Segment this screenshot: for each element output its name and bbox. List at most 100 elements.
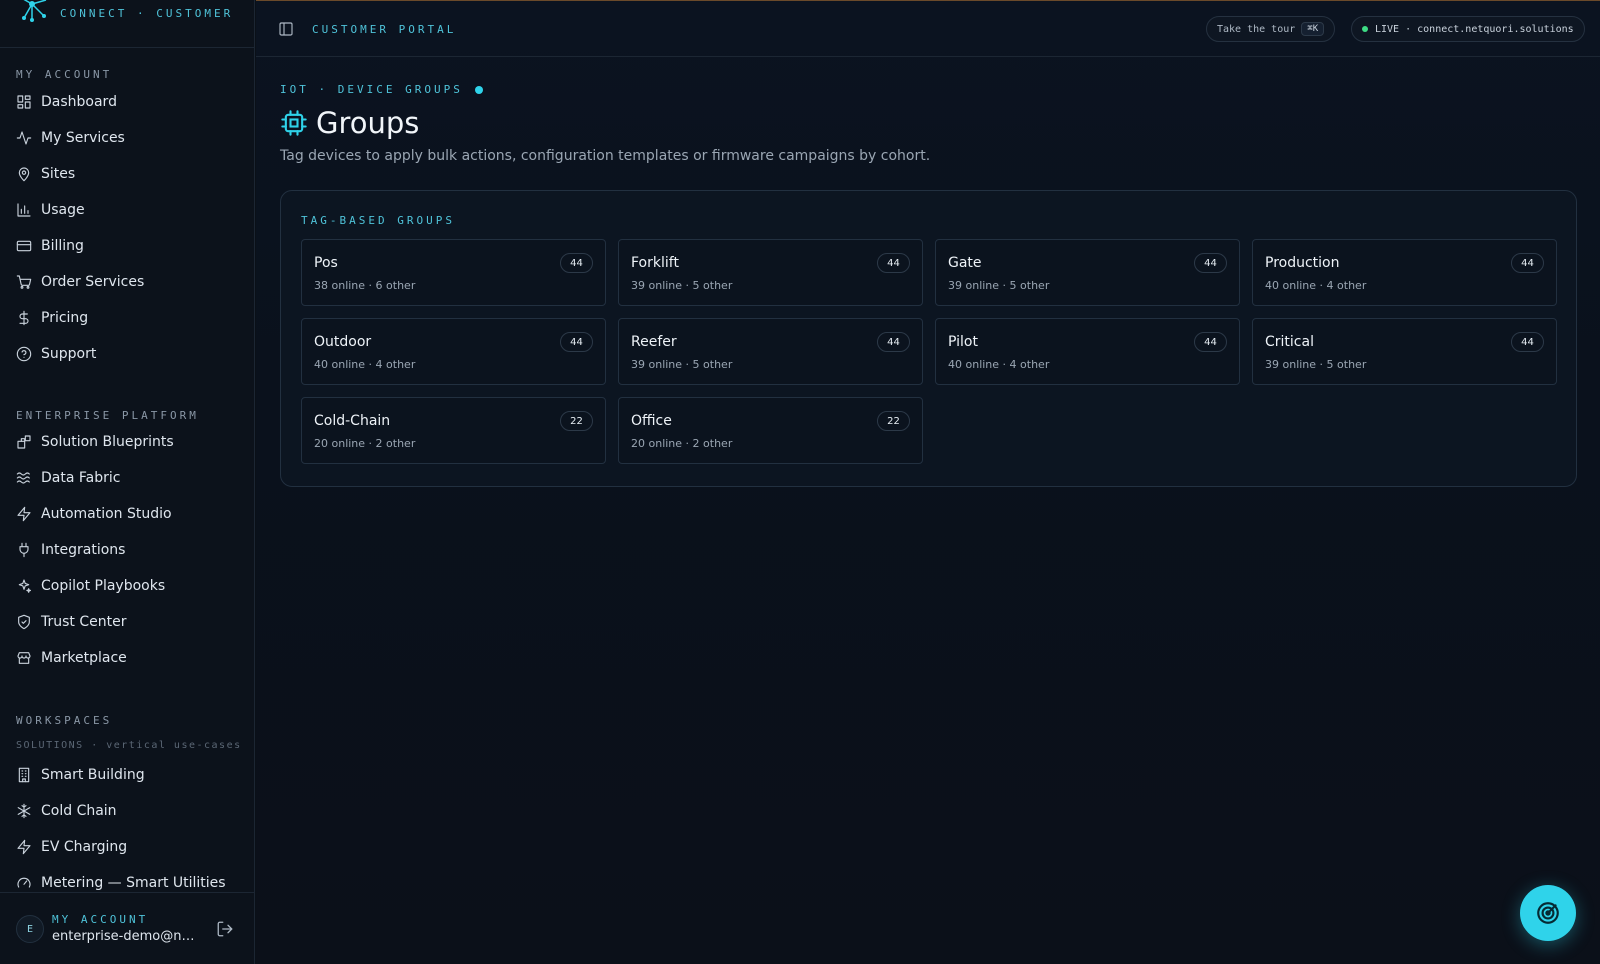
live-dot-icon xyxy=(1362,26,1368,32)
cart-icon xyxy=(16,275,32,289)
group-card[interactable]: Gate 44 39 online · 5 other xyxy=(935,239,1240,306)
group-name: Pilot xyxy=(948,334,978,350)
store-icon xyxy=(17,652,31,664)
sidebar-item-cold-chain[interactable]: Cold Chain xyxy=(10,795,245,827)
group-card[interactable]: Production 44 40 online · 4 other xyxy=(1252,239,1557,306)
account-label: MY ACCOUNT xyxy=(52,913,149,926)
assistant-fab-button[interactable] xyxy=(1520,885,1576,941)
live-status-badge: LIVE · connect.netquori.solutions xyxy=(1351,16,1585,42)
sidebar-item-ev-charging[interactable]: EV Charging xyxy=(10,831,245,863)
groups-card: TAG-BASED GROUPS Pos 44 38 online · 6 ot… xyxy=(280,190,1577,487)
bar-chart-icon xyxy=(17,203,31,217)
group-card[interactable]: Outdoor 44 40 online · 4 other xyxy=(301,318,606,385)
brand-subtitle: CONNECT · CUSTOMER xyxy=(60,7,234,20)
sidebar-item-label: Usage xyxy=(41,202,85,218)
brand: CONNECT · CUSTOMER xyxy=(0,0,254,48)
sidebar-item-sites[interactable]: Sites xyxy=(10,158,245,190)
section-subtitle-solutions: SOLUTIONS · vertical use-cases xyxy=(16,740,242,751)
sidebar-item-marketplace[interactable]: Marketplace xyxy=(10,642,245,674)
live-label: LIVE · connect.netquori.solutions xyxy=(1375,23,1574,35)
logout-button[interactable] xyxy=(216,920,234,938)
sidebar-item-automation-studio[interactable]: Automation Studio xyxy=(10,498,245,530)
gauge-icon xyxy=(17,877,31,888)
group-meta: 38 online · 6 other xyxy=(314,279,416,292)
panel-left-icon xyxy=(279,22,293,36)
sidebar-toggle-button[interactable] xyxy=(278,21,296,39)
page-description: Tag devices to apply bulk actions, confi… xyxy=(280,148,931,164)
sidebar-item-data-fabric[interactable]: Data Fabric xyxy=(10,462,245,494)
sidebar-item-label: Trust Center xyxy=(41,614,127,630)
sparkles-icon xyxy=(18,579,32,593)
group-meta: 20 online · 2 other xyxy=(314,437,416,450)
group-meta: 20 online · 2 other xyxy=(631,437,733,450)
group-count-badge: 44 xyxy=(1194,253,1227,273)
sidebar-item-support[interactable]: Support xyxy=(10,338,245,370)
group-name: Office xyxy=(631,413,672,429)
group-name: Reefer xyxy=(631,334,677,350)
group-card[interactable]: Office 22 20 online · 2 other xyxy=(618,397,923,464)
groups-section-label: TAG-BASED GROUPS xyxy=(301,214,455,227)
sidebar-item-my-services[interactable]: My Services xyxy=(10,122,245,154)
sidebar-item-label: Automation Studio xyxy=(41,506,172,522)
group-count-badge: 44 xyxy=(1194,332,1227,352)
sidebar-item-label: My Services xyxy=(41,130,125,146)
sidebar-item-dashboard[interactable]: Dashboard xyxy=(10,86,245,118)
sidebar-item-label: Marketplace xyxy=(41,650,127,666)
sidebar: CONNECT · CUSTOMER MY ACCOUNT Dashboard … xyxy=(0,0,255,964)
sidebar-item-label: Cold Chain xyxy=(41,803,117,819)
group-count-badge: 44 xyxy=(1511,253,1544,273)
sidebar-item-billing[interactable]: Billing xyxy=(10,230,245,262)
group-name: Production xyxy=(1265,255,1340,271)
sidebar-item-copilot-playbooks[interactable]: Copilot Playbooks xyxy=(10,570,245,602)
sidebar-item-label: Copilot Playbooks xyxy=(41,578,166,594)
group-count-badge: 44 xyxy=(560,332,593,352)
group-name: Outdoor xyxy=(314,334,372,350)
sidebar-item-label: Metering — Smart Utilities xyxy=(41,875,226,891)
group-name: Cold-Chain xyxy=(314,413,391,429)
group-meta: 40 online · 4 other xyxy=(948,358,1050,371)
sidebar-item-order-services[interactable]: Order Services xyxy=(10,266,245,298)
sidebar-nav: MY ACCOUNT Dashboard My Services Sites U… xyxy=(0,48,254,892)
sidebar-item-trust-center[interactable]: Trust Center xyxy=(10,606,245,638)
brand-logo-icon xyxy=(22,0,47,22)
account-panel: E MY ACCOUNT enterprise-demo@netquori.so… xyxy=(0,892,254,964)
building-icon xyxy=(18,767,30,783)
account-email: enterprise-demo@netquori.solutions xyxy=(52,929,200,944)
logout-icon xyxy=(217,921,233,937)
section-title-my-account: MY ACCOUNT xyxy=(16,68,113,81)
page-title-text: Groups xyxy=(316,106,420,140)
group-meta: 40 online · 4 other xyxy=(1265,279,1367,292)
group-count-badge: 44 xyxy=(877,332,910,352)
sidebar-item-smart-building[interactable]: Smart Building xyxy=(10,759,245,791)
group-meta: 39 online · 5 other xyxy=(948,279,1050,292)
breadcrumb: IOT · DEVICE GROUPS xyxy=(280,83,483,96)
group-name: Critical xyxy=(1265,334,1314,350)
group-card[interactable]: Pos 44 38 online · 6 other xyxy=(301,239,606,306)
sidebar-item-label: Sites xyxy=(41,166,76,182)
sidebar-item-solution-blueprints[interactable]: Solution Blueprints xyxy=(10,426,245,458)
group-card[interactable]: Reefer 44 39 online · 5 other xyxy=(618,318,923,385)
group-count-badge: 22 xyxy=(877,411,910,431)
section-title-enterprise: ENTERPRISE PLATFORM xyxy=(16,409,199,422)
group-meta: 39 online · 5 other xyxy=(631,279,733,292)
group-count-badge: 44 xyxy=(560,253,593,273)
sidebar-item-metering[interactable]: Metering — Smart Utilities xyxy=(10,867,245,892)
sidebar-item-label: Dashboard xyxy=(41,94,117,110)
plug-icon xyxy=(19,542,29,558)
sidebar-item-label: Smart Building xyxy=(41,767,145,783)
group-card[interactable]: Critical 44 39 online · 5 other xyxy=(1252,318,1557,385)
avatar[interactable]: E xyxy=(16,915,44,943)
group-card[interactable]: Pilot 44 40 online · 4 other xyxy=(935,318,1240,385)
sidebar-item-integrations[interactable]: Integrations xyxy=(10,534,245,566)
sidebar-item-label: Integrations xyxy=(41,542,126,558)
sidebar-item-pricing[interactable]: Pricing xyxy=(10,302,245,334)
group-card[interactable]: Cold-Chain 22 20 online · 2 other xyxy=(301,397,606,464)
group-card[interactable]: Forklift 44 39 online · 5 other xyxy=(618,239,923,306)
zap-icon xyxy=(17,506,31,522)
take-tour-button[interactable]: Take the tour ⌘K xyxy=(1206,16,1336,42)
sidebar-item-label: Pricing xyxy=(41,310,89,326)
group-count-badge: 44 xyxy=(877,253,910,273)
topbar: CUSTOMER PORTAL Take the tour ⌘K LIVE · … xyxy=(256,0,1600,57)
sidebar-item-usage[interactable]: Usage xyxy=(10,194,245,226)
map-pin-icon xyxy=(18,167,30,182)
